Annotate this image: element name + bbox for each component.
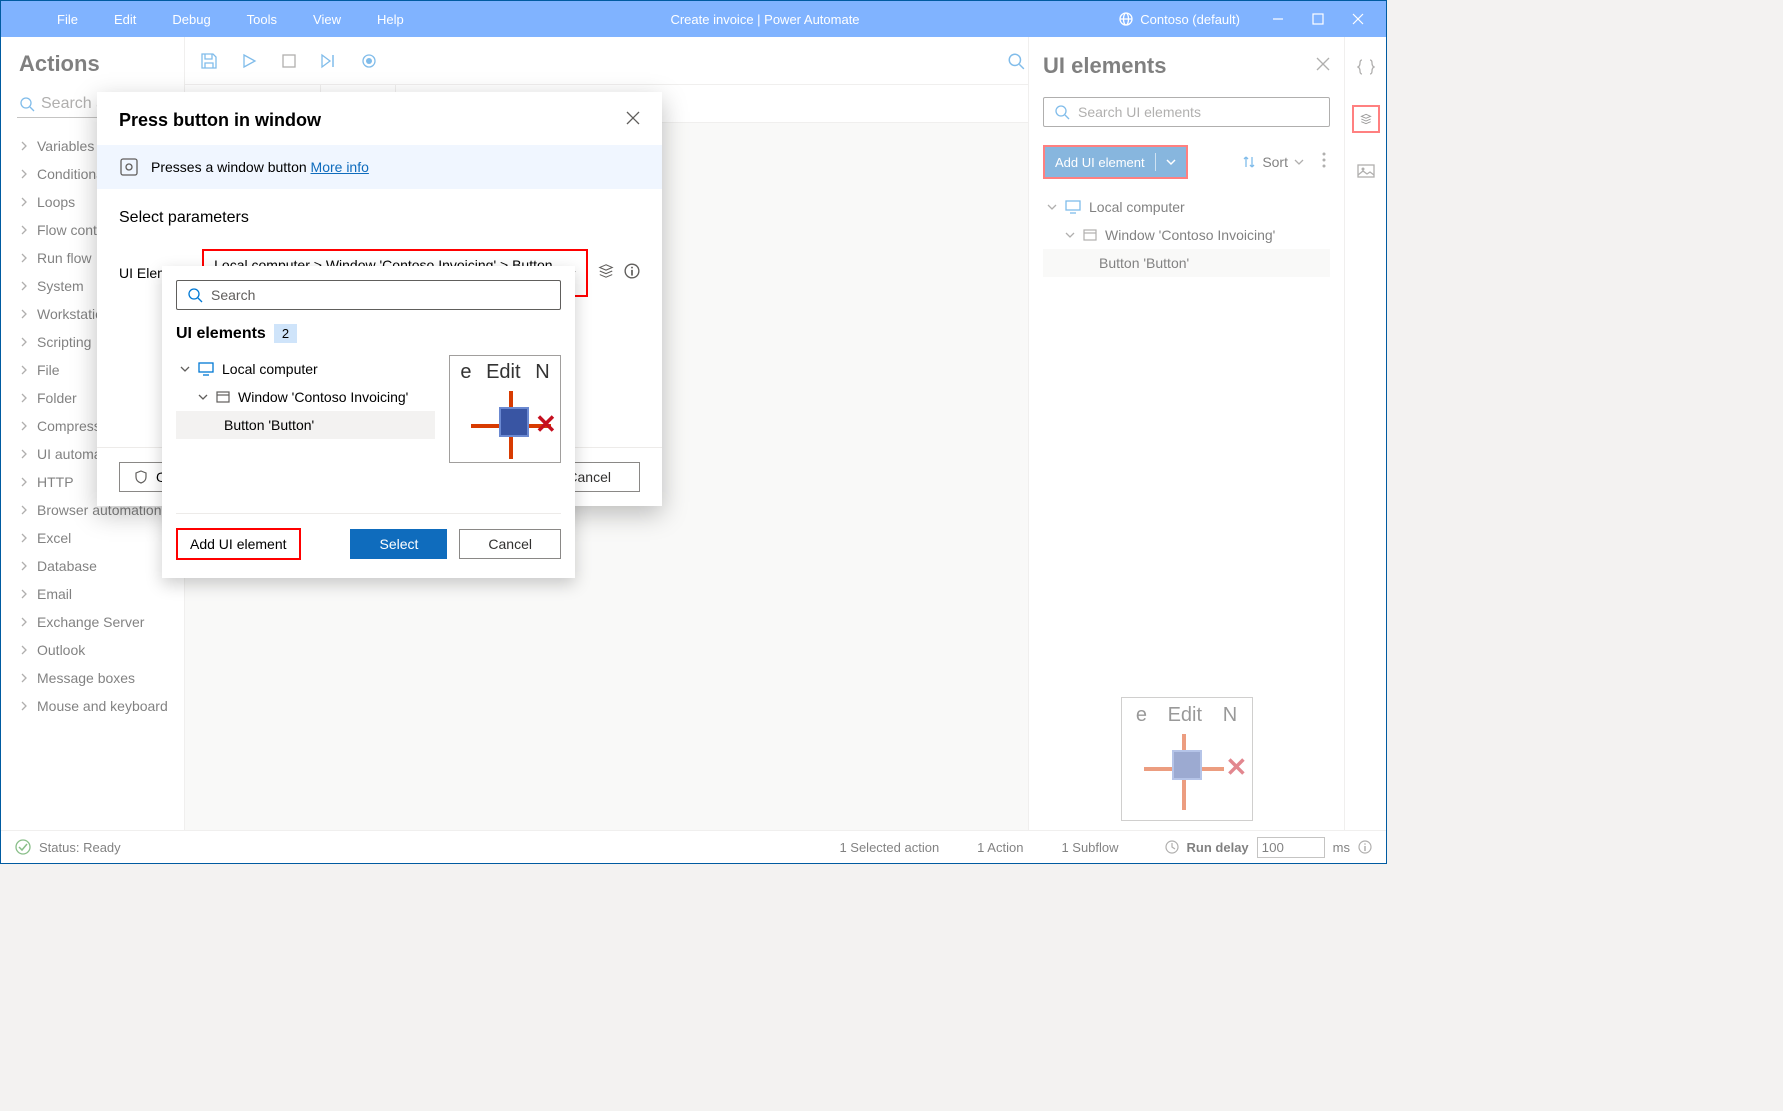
preview-char: N [535, 361, 549, 384]
floppy-icon [499, 407, 529, 437]
info-icon [624, 263, 640, 279]
dropdown-preview: e Edit N ✕ [449, 355, 561, 463]
monitor-icon [198, 362, 214, 376]
node-label: Local computer [222, 361, 318, 377]
x-icon: ✕ [535, 409, 553, 427]
tree-node-computer[interactable]: Local computer [176, 355, 435, 383]
window-icon [216, 391, 230, 403]
info-banner: Presses a window button More info [97, 145, 662, 189]
chevron-down-icon [180, 364, 190, 374]
dropdown-tree: Local computer Window 'Contoso Invoicing… [176, 355, 435, 463]
layers-icon [598, 263, 614, 279]
cancel-button[interactable]: Cancel [459, 529, 561, 559]
preview-char: Edit [486, 361, 520, 384]
dialog-title: Press button in window [119, 110, 321, 131]
dropdown-search-placeholder: Search [211, 287, 255, 303]
add-ui-element-button[interactable]: Add UI element [176, 528, 301, 560]
tree-node-button[interactable]: Button 'Button' [176, 411, 435, 439]
select-button[interactable]: Select [350, 529, 447, 559]
section-title: Select parameters [119, 209, 640, 227]
close-icon [626, 111, 640, 125]
chevron-down-icon [198, 392, 208, 402]
action-icon [119, 157, 139, 177]
search-icon [187, 287, 203, 303]
selector-info[interactable] [624, 263, 640, 284]
preview-char: e [460, 361, 471, 384]
ui-element-dropdown: Search UI elements 2 Local computer Wind… [162, 266, 575, 578]
dialog-close[interactable] [626, 111, 640, 130]
count-badge: 2 [274, 324, 297, 343]
selector-picker[interactable] [598, 263, 614, 284]
info-text: Presses a window button [151, 159, 307, 175]
node-label: Button 'Button' [224, 417, 314, 433]
dropdown-search[interactable]: Search [176, 280, 561, 310]
node-label: Window 'Contoso Invoicing' [238, 389, 408, 405]
dropdown-heading: UI elements [176, 325, 266, 343]
tree-node-window[interactable]: Window 'Contoso Invoicing' [176, 383, 435, 411]
shield-icon [134, 470, 148, 484]
more-info-link[interactable]: More info [311, 159, 369, 175]
